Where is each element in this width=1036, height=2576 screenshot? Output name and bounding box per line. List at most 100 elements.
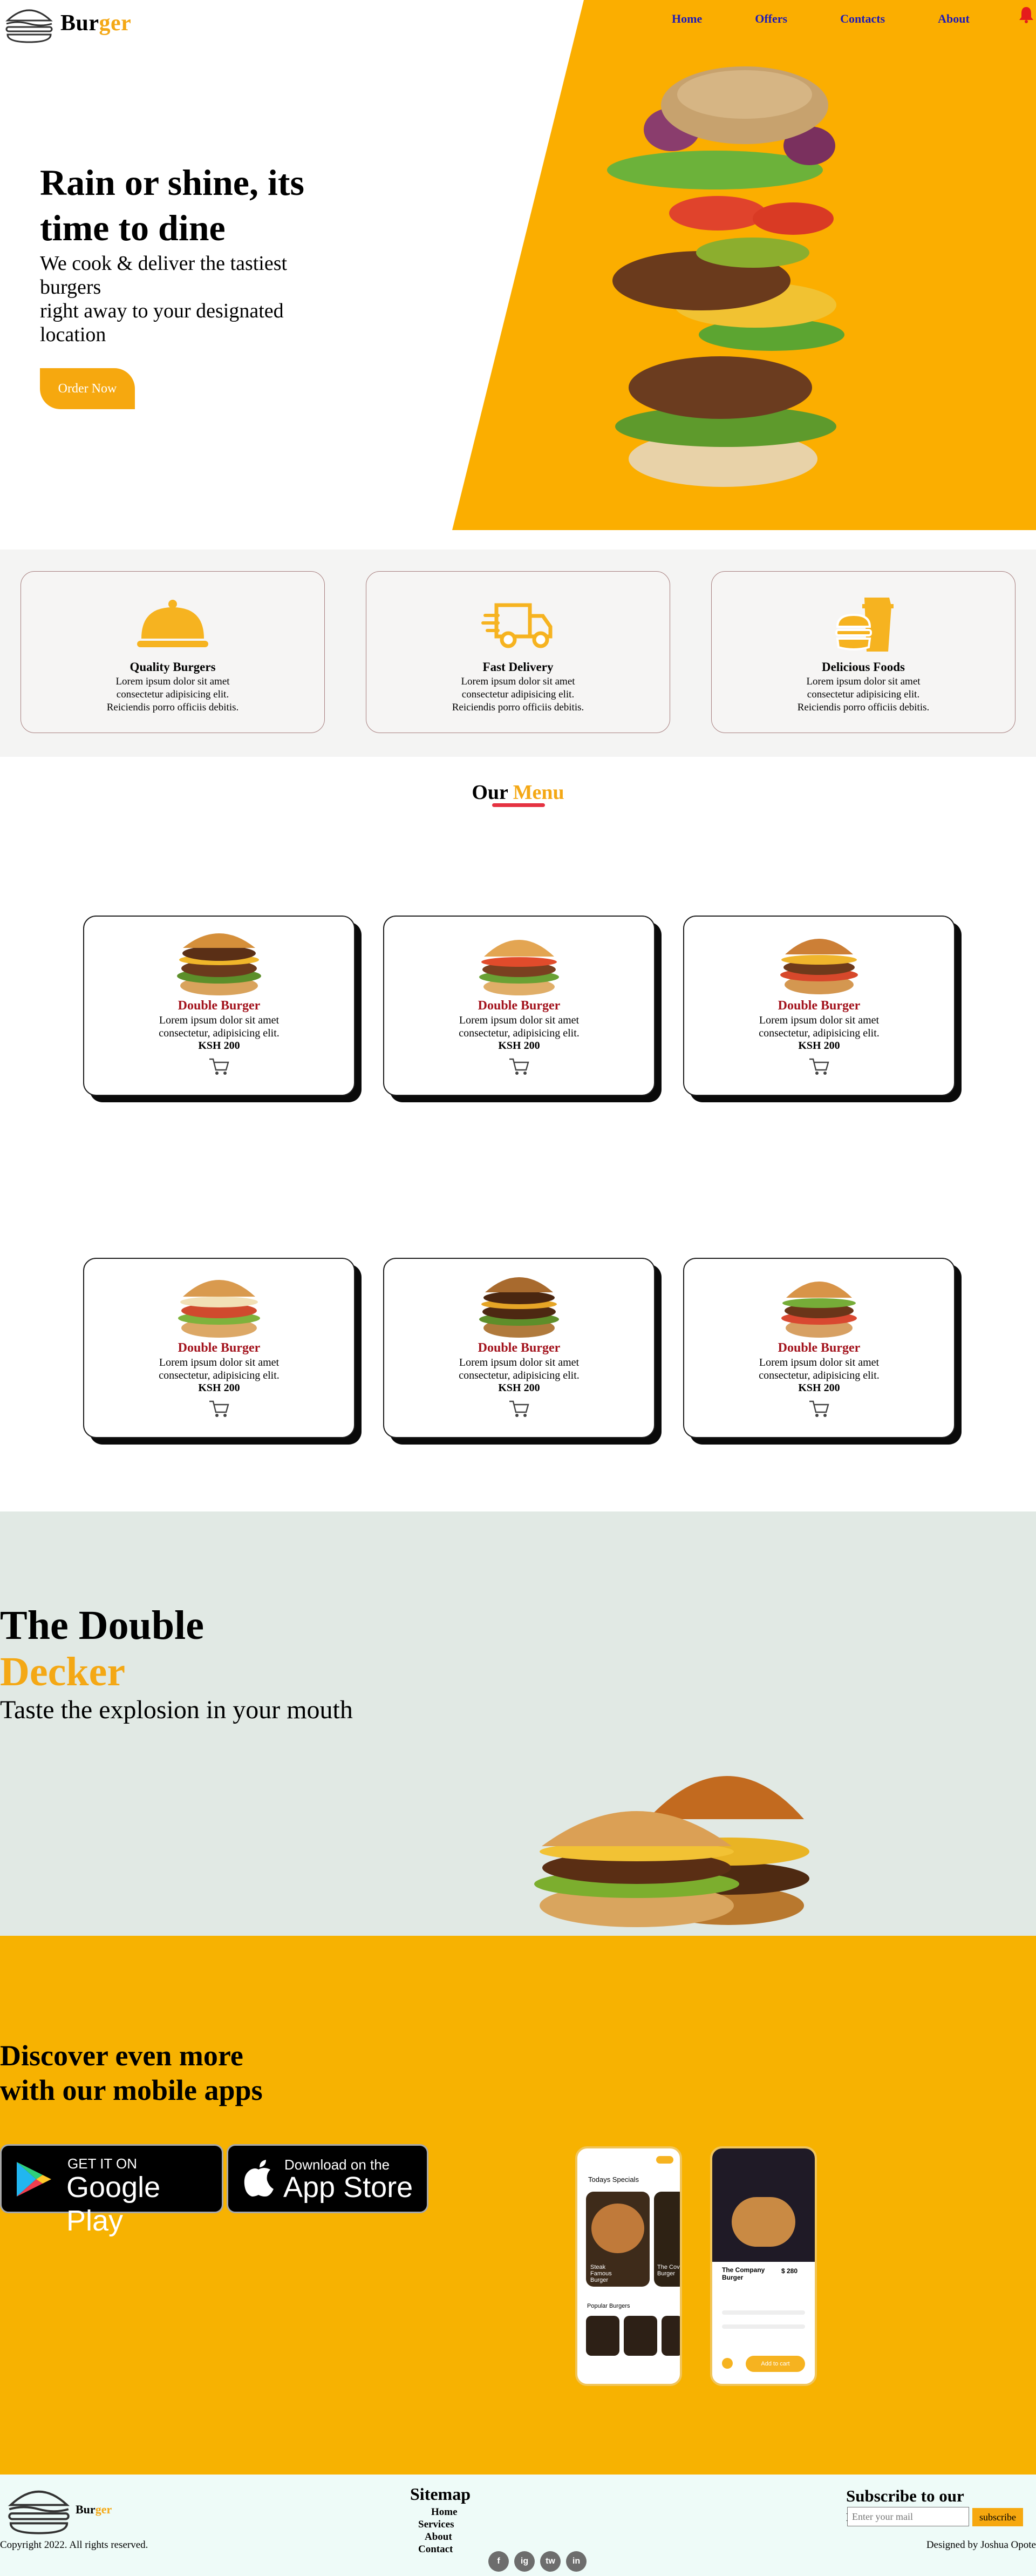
nav-offers[interactable]: Offers (755, 12, 787, 26)
burger-image (479, 1277, 559, 1338)
menu-item-name: Double Burger (178, 999, 261, 1013)
mobile-apps-section: Discover even more with our mobile apps … (0, 1936, 1036, 2475)
cart-icon[interactable] (808, 1057, 830, 1076)
burger-image (781, 1282, 857, 1338)
nav-about[interactable]: About (938, 12, 970, 26)
burger-image (177, 933, 261, 995)
menu-item-price: KSH 200 (198, 1382, 240, 1394)
menu-item-description: Lorem ipsum dolor sit amet consectetur, a… (459, 1357, 580, 1381)
phone-card-2: The Cove Burger (654, 2192, 680, 2287)
menu-item-price: KSH 200 (798, 1040, 840, 1052)
apps-title: Discover even more with our mobile apps (0, 2039, 263, 2106)
cloche-icon (137, 600, 208, 647)
menu-card: Double Burger Lorem ipsum dolor sit amet… (83, 916, 355, 1096)
menu-item-name: Double Burger (778, 999, 861, 1013)
menu-card: Double Burger Lorem ipsum dolor sit amet… (683, 1258, 955, 1438)
phone-mockup-specials: Todays Specials Steak Famous Burger The … (575, 2146, 682, 2386)
burger-image (178, 1280, 260, 1338)
feature-description: Lorem ipsum dolor sit amet consectetur ad… (452, 676, 584, 713)
apple-icon (244, 2160, 274, 2197)
menu-item-name: Double Burger (478, 999, 561, 1013)
phone-section-title: Popular Burgers (587, 2303, 630, 2309)
cart-icon[interactable] (208, 1057, 230, 1076)
social-links: f ig tw in (488, 2551, 592, 2572)
phone-product-name: The Company Burger (722, 2266, 765, 2281)
designed-by-text: Designed by Joshua Opote (926, 2539, 1036, 2551)
sitemap-title: Sitemap (410, 2484, 471, 2504)
phone-header: Todays Specials (588, 2175, 639, 2184)
menu-item-price: KSH 200 (198, 1040, 240, 1052)
sitemap-services[interactable]: Services (418, 2518, 458, 2531)
google-play-icon (17, 2162, 51, 2197)
double-burger-image (534, 1776, 809, 1927)
hero-title: Rain or shine, its time to dine (40, 162, 304, 248)
twitter-icon[interactable]: tw (540, 2551, 561, 2572)
menu-item-price: KSH 200 (798, 1382, 840, 1394)
phone-card-1: Steak Famous Burger (586, 2192, 650, 2287)
feature-title: Delicious Foods (822, 660, 905, 674)
feature-title: Quality Burgers (130, 660, 216, 674)
cart-icon[interactable] (808, 1399, 830, 1419)
facebook-icon[interactable]: f (488, 2551, 509, 2572)
menu-heading-underline (492, 803, 545, 807)
cart-icon[interactable] (508, 1057, 530, 1076)
app-store-button[interactable]: Download on the App Store (227, 2144, 428, 2213)
sitemap-contact[interactable]: Contact (418, 2543, 458, 2555)
instagram-icon[interactable]: ig (514, 2551, 535, 2572)
double-decker-subtitle: Taste the explosion in your mouth (0, 1696, 353, 1724)
app-store-big-text: App Store (283, 2171, 413, 2204)
features-section: Quality Burgers Lorem ipsum dolor sit am… (0, 550, 1036, 757)
footer-burger-logo-icon (8, 2490, 70, 2534)
cart-icon[interactable] (208, 1399, 230, 1419)
footer: Burger Sitemap Home Services About Conta… (0, 2475, 1036, 2576)
brand-name: Burger (60, 11, 132, 36)
newsletter-email-input[interactable] (847, 2507, 969, 2526)
google-play-button[interactable]: GET IT ON Google Play (0, 2144, 223, 2237)
hero-subtitle: We cook & deliver the tastiest burgers ri… (40, 252, 288, 346)
feature-card-foods: Delicious Foods Lorem ipsum dolor sit am… (711, 571, 1015, 733)
feature-card-quality: Quality Burgers Lorem ipsum dolor sit am… (21, 571, 325, 733)
menu-card: Double Burger Lorem ipsum dolor sit amet… (683, 916, 955, 1096)
menu-heading: Our Menu (472, 781, 564, 804)
top-nav: Burger Home Offers Contacts About (0, 0, 1036, 43)
sitemap-about[interactable]: About (418, 2531, 458, 2543)
feature-title: Fast Delivery (482, 660, 554, 674)
nav-home[interactable]: Home (672, 12, 702, 26)
menu-card: Double Burger Lorem ipsum dolor sit amet… (83, 1258, 355, 1438)
feature-card-delivery: Fast Delivery Lorem ipsum dolor sit amet… (366, 571, 670, 733)
subscribe-button[interactable]: subscribe (972, 2508, 1023, 2526)
menu-item-description: Lorem ipsum dolor sit amet consectetur, a… (759, 1014, 880, 1039)
sitemap-home[interactable]: Home (418, 2506, 458, 2518)
copyright-text: Copyright 2022. All rights reserved. (0, 2539, 148, 2551)
menu-item-name: Double Burger (178, 1341, 261, 1355)
menu-card: Double Burger Lorem ipsum dolor sit amet… (383, 916, 655, 1096)
menu-item-name: Double Burger (478, 1341, 561, 1355)
menu-item-description: Lorem ipsum dolor sit amet consectetur, a… (159, 1357, 280, 1381)
google-play-big-text: Google Play (66, 2171, 161, 2237)
bell-icon[interactable] (1017, 5, 1035, 24)
burger-drink-icon (835, 598, 894, 652)
feature-description: Lorem ipsum dolor sit amet consectetur ad… (106, 676, 239, 713)
linkedin-icon[interactable]: in (566, 2551, 587, 2572)
phone-toggle (656, 2156, 673, 2164)
burger-image (479, 940, 559, 995)
menu-item-description: Lorem ipsum dolor sit amet consectetur, a… (759, 1357, 880, 1381)
phone-product-price: $ 280 (781, 2267, 798, 2275)
menu-item-price: KSH 200 (498, 1382, 540, 1394)
google-play-small-text: GET IT ON (67, 2155, 138, 2172)
phone-add-to-cart: Add to cart (746, 2356, 805, 2372)
menu-card: Double Burger Lorem ipsum dolor sit amet… (383, 1258, 655, 1438)
nav-links: Home Offers Contacts About (672, 12, 1023, 26)
menu-item-name: Double Burger (778, 1341, 861, 1355)
burger-logo-icon (5, 9, 53, 43)
menu-item-price: KSH 200 (498, 1040, 540, 1052)
cart-icon[interactable] (508, 1399, 530, 1419)
order-now-button[interactable]: Order Now (40, 368, 135, 409)
phone-mockup-detail: The Company Burger $ 280 Add to cart (710, 2146, 817, 2386)
nav-contacts[interactable]: Contacts (840, 12, 885, 26)
burger-image (780, 939, 858, 994)
menu-item-description: Lorem ipsum dolor sit amet consectetur, a… (459, 1014, 580, 1039)
double-decker-title: The Double Decker (0, 1603, 204, 1694)
brand-logo[interactable]: Burger (4, 2, 131, 44)
double-decker-section: The Double Decker Taste the explosion in … (0, 1511, 1036, 1936)
